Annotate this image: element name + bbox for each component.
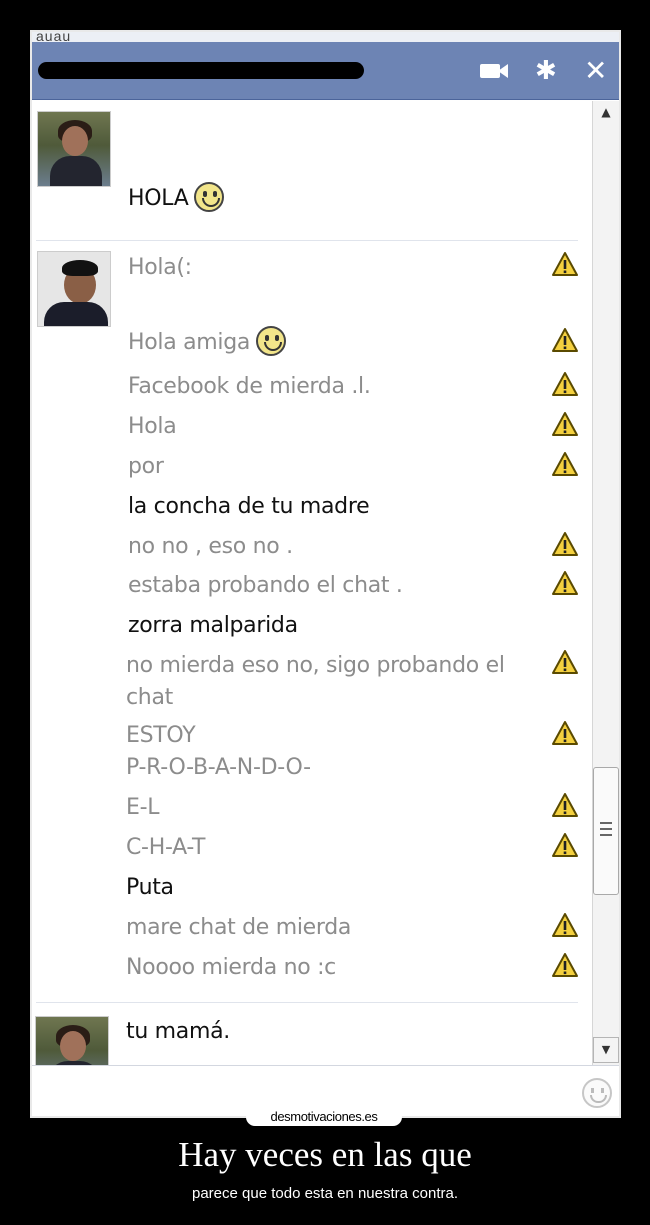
watermark: desmotivaciones.es [246,1108,402,1126]
message-group-divider [36,240,578,241]
message-m7: la concha de tu madre [128,494,370,519]
warning-triangle-icon[interactable] [551,327,579,353]
caption-subtitle: parece que todo esta en nuestra contra. [191,1185,458,1202]
redacted-contact-name [38,62,364,79]
smiley-icon [256,326,287,356]
warning-triangle-icon[interactable] [551,649,579,675]
message-m11: no mierda eso no, sigo probando el chat [126,653,505,710]
warning-triangle-icon[interactable] [551,570,579,596]
smiley-icon [194,182,225,212]
gear-icon[interactable]: ✱ [535,58,557,84]
chat-titlebar[interactable]: ✱ ✕ [32,42,619,100]
warning-triangle-icon[interactable] [551,832,579,858]
warning-triangle-icon[interactable] [551,531,579,557]
scroll-down-arrow-icon[interactable]: ▼ [593,1037,619,1063]
message-m8: no no , eso no . [128,534,293,559]
chat-scrollbar[interactable]: ▲ ▼ [592,101,619,1065]
message-m1: HOLA [128,182,225,215]
caption-title: Hay veces en las que [178,1135,472,1174]
warning-triangle-icon[interactable] [551,720,579,746]
warning-triangle-icon[interactable] [551,411,579,437]
message-m10: zorra malparida [128,613,298,638]
scroll-grip-icon [600,822,612,836]
emoji-icon[interactable] [582,1078,612,1108]
message-m6: por [128,454,164,479]
warning-triangle-icon[interactable] [551,371,579,397]
warning-triangle-icon[interactable] [551,251,579,277]
message-m16: Puta [126,875,174,900]
warning-triangle-icon[interactable] [551,451,579,477]
message-m3: Hola amiga [128,326,287,359]
message-m5: Hola [128,414,177,439]
user-avatar[interactable] [37,251,111,327]
scroll-up-arrow-icon[interactable]: ▲ [593,101,619,123]
message-group-divider [36,1002,578,1003]
scroll-thumb[interactable] [593,767,619,895]
video-camera-icon[interactable] [480,62,510,80]
message-m2: Hola(: [128,255,192,280]
message-m19: tu mamá. [126,1019,230,1044]
close-icon[interactable]: ✕ [584,57,607,85]
message-m12: ESTOY [126,723,196,748]
message-m15: C-H-A-T [126,835,206,860]
message-m14: E-L [126,795,160,820]
message-m17: mare chat de mierda [126,915,352,940]
chat-messages-area[interactable]: HOLA Hola(: Hola amiga Facebook de mierd… [32,101,592,1092]
chat-window-frame: auau ✱ ✕ HOLA Hola(: Hola amiga Facebook… [30,30,621,1118]
warning-triangle-icon[interactable] [551,792,579,818]
warning-triangle-icon[interactable] [551,912,579,938]
message-m18: Noooo mierda no :c [126,955,336,980]
message-m9: estaba probando el chat . [128,573,403,598]
message-m13: P-R-O-B-A-N-D-O- [126,755,311,780]
message-m4: Facebook de mierda .l. [128,374,371,399]
contact-avatar[interactable] [37,111,111,187]
warning-triangle-icon[interactable] [551,952,579,978]
